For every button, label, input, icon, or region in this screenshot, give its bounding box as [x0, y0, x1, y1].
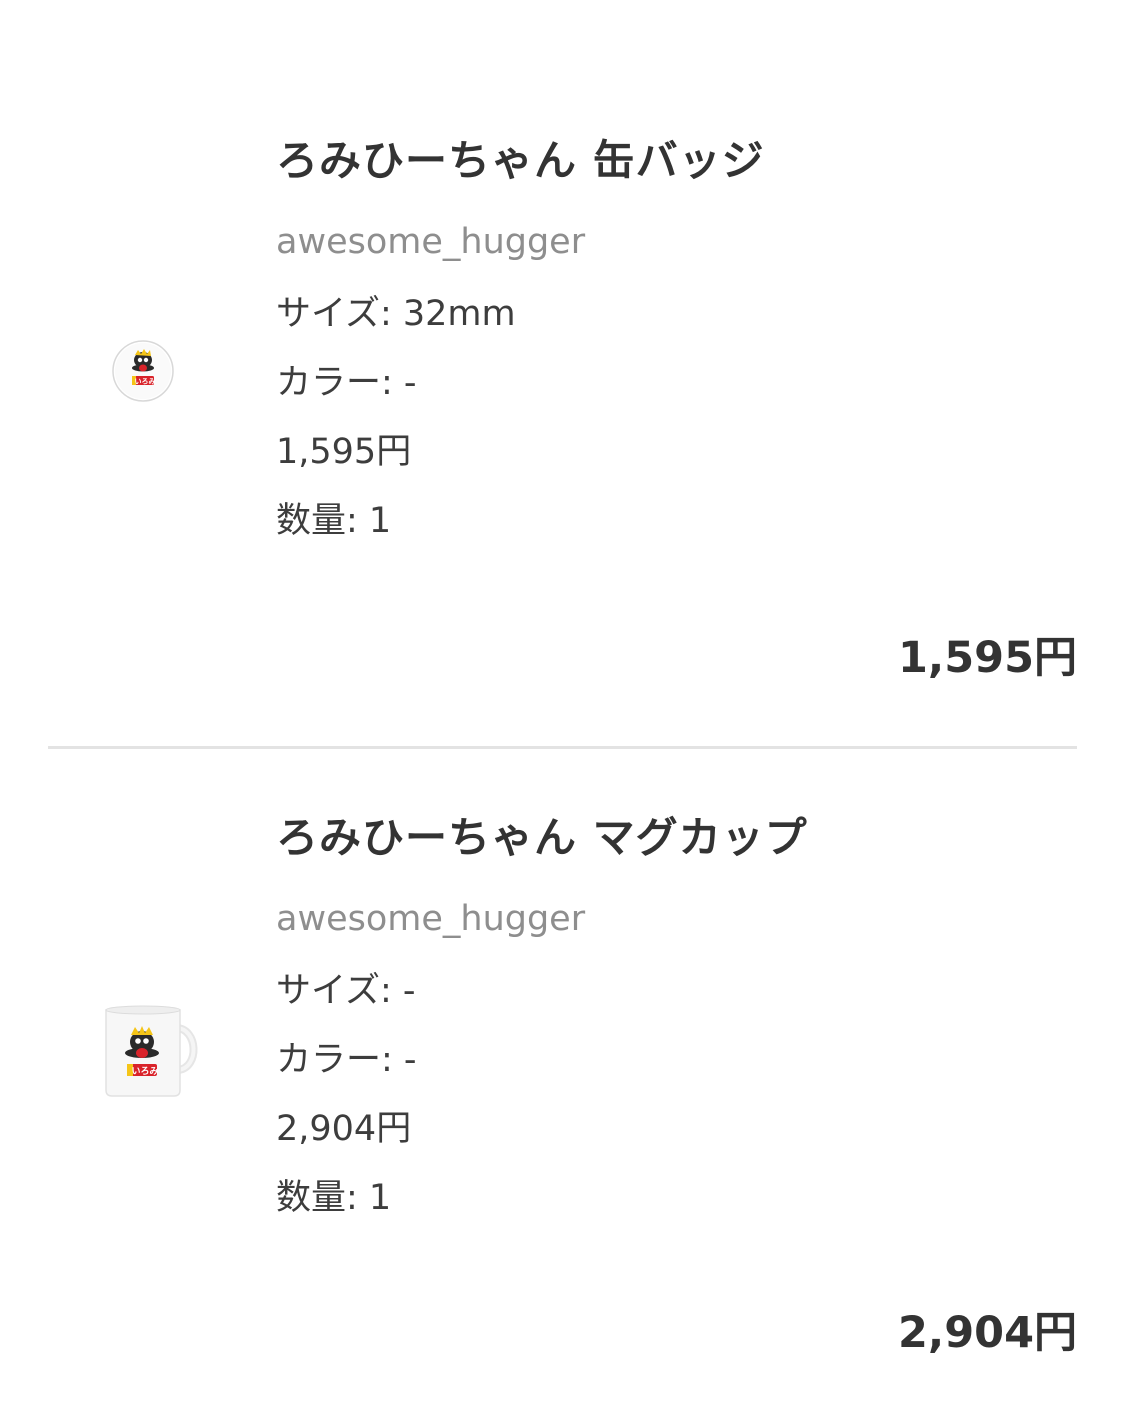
size-option: サイズ: -	[276, 971, 416, 1011]
item-details: ろみひーちゃん マグカップ awesome_hugger サイズ: - カラー:…	[276, 805, 808, 1226]
svg-text:いろみ: いろみ	[131, 1066, 158, 1077]
cart-item: いろみ ろみひーちゃん 缶バッジ awesome_hugger サイズ: 32m…	[0, 0, 1125, 748]
color-option: カラー: -	[276, 363, 417, 403]
unit-price: 2,904円	[276, 1109, 412, 1149]
size-option: サイズ: 32mm	[276, 294, 516, 334]
can-badge-thumbnail[interactable]: いろみ	[110, 338, 176, 404]
svg-text:いろみ: いろみ	[135, 378, 156, 386]
color-option: カラー: -	[276, 1040, 417, 1080]
seller-name[interactable]: awesome_hugger	[276, 891, 808, 947]
can-badge-icon: いろみ	[112, 340, 174, 402]
mug-icon: いろみ	[105, 1005, 198, 1097]
item-total-price: 2,904円	[897, 1308, 1077, 1358]
quantity: 数量: 1	[276, 501, 392, 541]
cart-item: いろみ ろみひーちゃん マグカップ awesome_hugger サイズ: - …	[0, 748, 1125, 1421]
item-details: ろみひーちゃん 缶バッジ awesome_hugger サイズ: 32mm カラ…	[276, 128, 765, 549]
product-title[interactable]: ろみひーちゃん 缶バッジ	[276, 128, 765, 194]
item-total-price: 1,595円	[897, 633, 1077, 683]
quantity: 数量: 1	[276, 1178, 392, 1218]
seller-name[interactable]: awesome_hugger	[276, 214, 765, 270]
unit-price: 1,595円	[276, 432, 412, 472]
mug-thumbnail[interactable]: いろみ	[96, 998, 206, 1108]
product-title[interactable]: ろみひーちゃん マグカップ	[276, 805, 808, 871]
